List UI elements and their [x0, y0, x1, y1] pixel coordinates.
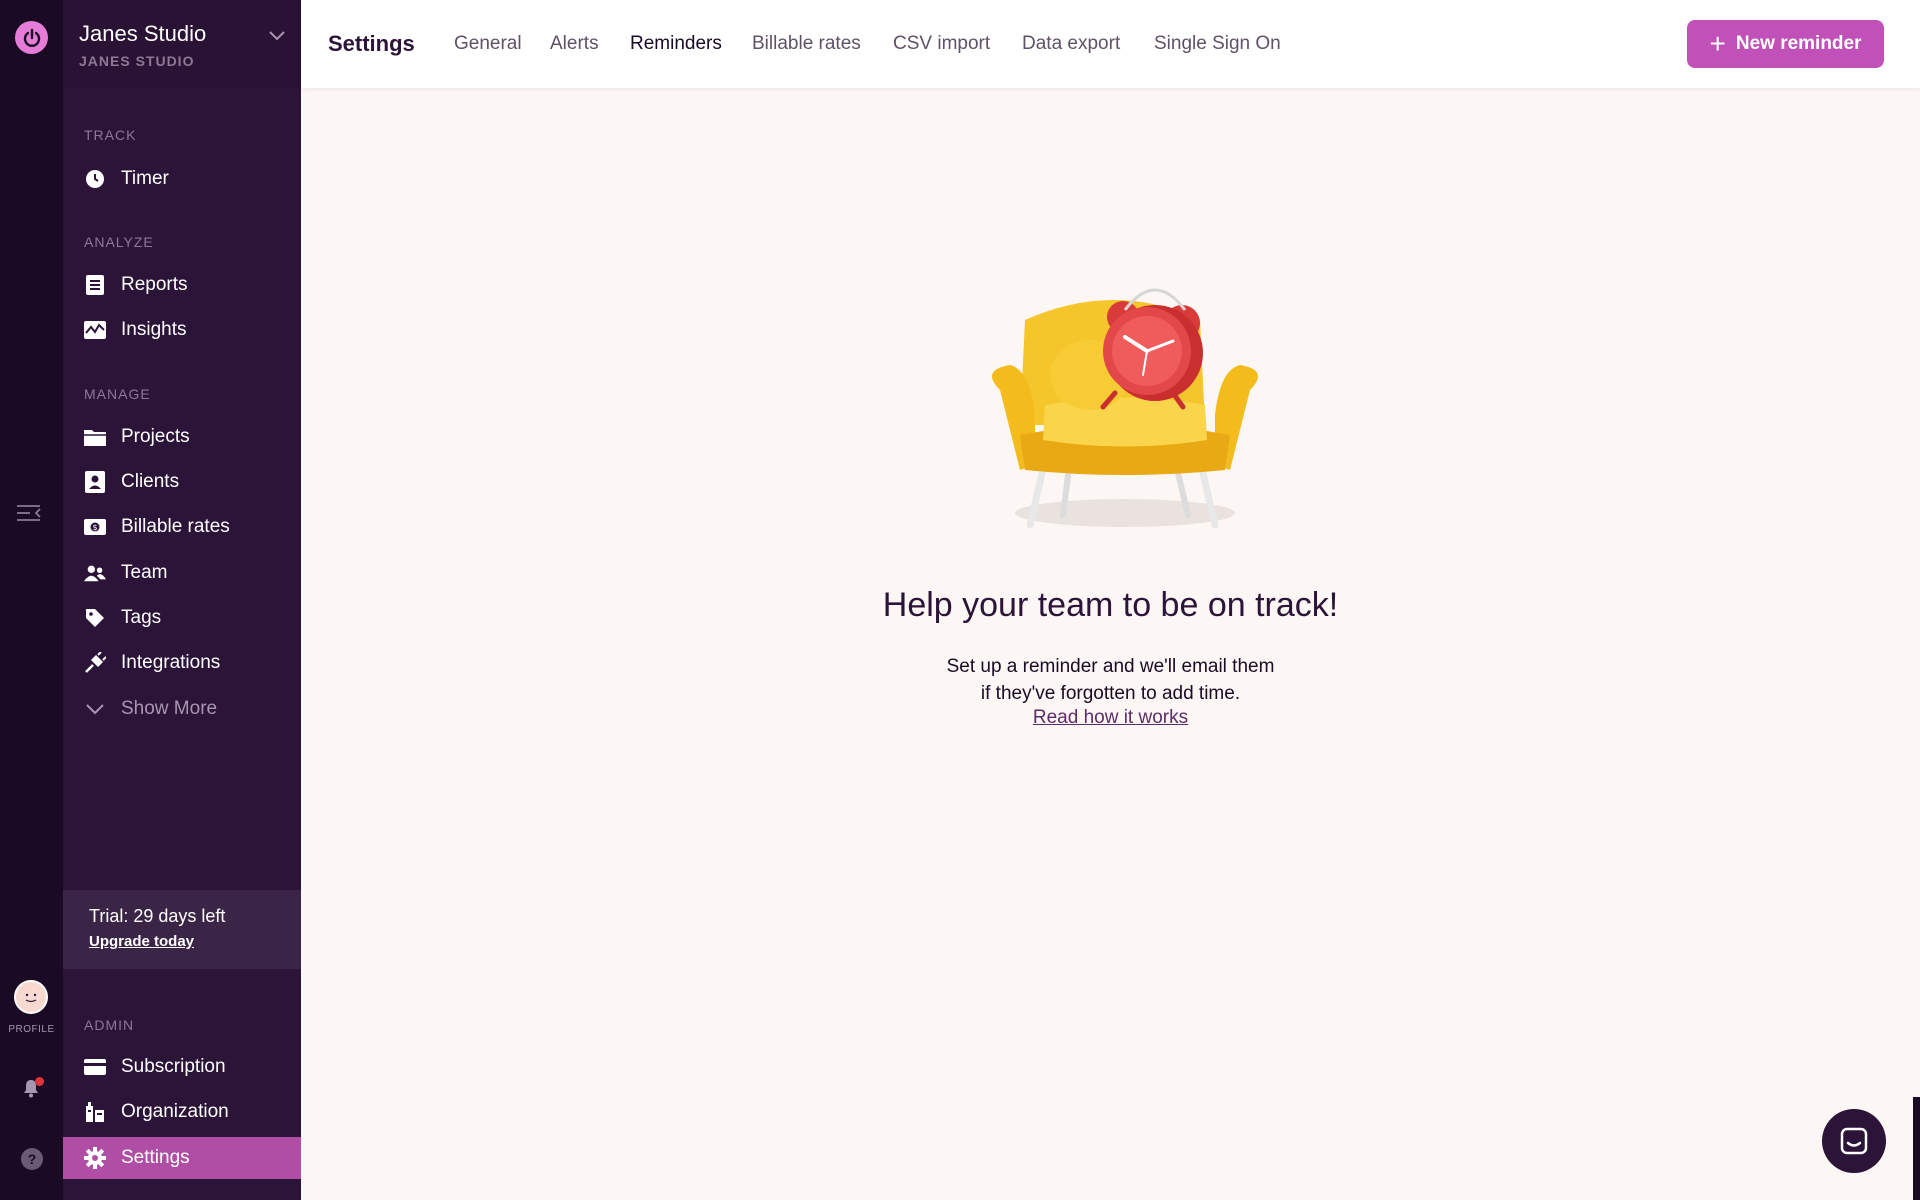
sidebar-item-label: Settings [121, 1147, 190, 1168]
svg-text:$: $ [92, 523, 97, 532]
tab-reminders[interactable]: Reminders [630, 33, 722, 55]
sidebar-item-clients[interactable]: Clients [63, 461, 301, 503]
new-reminder-button[interactable]: + New reminder [1687, 20, 1884, 68]
sidebar-item-reports[interactable]: Reports [63, 264, 301, 306]
workspace-subtitle: JANES STUDIO [79, 53, 195, 69]
sidebar-item-tags[interactable]: Tags [63, 597, 301, 639]
sidebar-item-insights[interactable]: Insights [63, 309, 301, 351]
tab-billable-rates[interactable]: Billable rates [752, 33, 861, 55]
chevron-down-icon [268, 26, 286, 44]
tab-data-export[interactable]: Data export [1022, 33, 1120, 55]
sidebar-item-team[interactable]: Team [63, 552, 301, 594]
sidebar: Janes Studio JANES STUDIO TRACK Timer AN… [63, 0, 301, 1200]
armchair-alarm-clock-illustration [975, 275, 1275, 535]
sidebar-item-organization[interactable]: Organization [63, 1091, 301, 1133]
sidebar-item-label: Billable rates [121, 516, 230, 537]
chat-icon [1840, 1127, 1868, 1155]
settings-header: Settings General Alerts Reminders Billab… [301, 0, 1920, 88]
clock-icon [84, 168, 106, 190]
tab-single-sign-on[interactable]: Single Sign On [1154, 33, 1281, 55]
app-rail: PROFILE ? [0, 0, 63, 1200]
sidebar-item-label: Insights [121, 319, 187, 340]
report-icon [84, 274, 106, 296]
tab-alerts[interactable]: Alerts [550, 33, 599, 55]
sidebar-item-label: Tags [121, 607, 162, 628]
sidebar-item-label: Organization [121, 1101, 229, 1122]
building-icon [84, 1101, 106, 1123]
profile-avatar[interactable] [14, 980, 48, 1014]
sidebar-item-projects[interactable]: Projects [63, 416, 301, 458]
sidebar-item-label: Projects [121, 426, 190, 447]
page-title: Settings [328, 31, 415, 56]
sidebar-item-timer[interactable]: Timer [63, 158, 301, 200]
empty-state-line-2: if they've forgotten to add time. [980, 683, 1241, 704]
plug-icon [84, 652, 106, 674]
sidebar-item-label: Reports [121, 274, 188, 295]
sidebar-item-integrations[interactable]: Integrations [63, 642, 301, 684]
insights-chart-icon [84, 319, 106, 341]
trial-banner: Trial: 29 days left Upgrade today [63, 890, 301, 969]
gear-icon [84, 1147, 106, 1169]
notification-dot [35, 1077, 44, 1086]
plus-icon: + [1709, 28, 1726, 59]
sidebar-item-label: Clients [121, 471, 180, 492]
sidebar-item-billable-rates[interactable]: $ Billable rates [63, 506, 301, 548]
tab-csv-import[interactable]: CSV import [893, 33, 990, 55]
read-how-it-works-link[interactable]: Read how it works [1033, 707, 1188, 728]
sidebar-item-label: Subscription [121, 1056, 226, 1077]
chevron-down-icon [84, 698, 106, 720]
sidebar-item-label: Timer [121, 168, 169, 189]
sidebar-item-label: Integrations [121, 652, 221, 673]
workspace-switcher[interactable]: Janes Studio JANES STUDIO [63, 0, 301, 88]
money-icon: $ [84, 516, 106, 538]
section-label-analyze: ANALYZE [84, 234, 154, 250]
empty-state-line-1: Set up a reminder and we'll email them [946, 656, 1275, 677]
sidebar-show-more[interactable]: Show More [63, 688, 301, 730]
sidebar-item-subscription[interactable]: Subscription [63, 1046, 301, 1088]
read-how-it-works-container: Read how it works [301, 707, 1920, 729]
trial-days-left: Trial: 29 days left [89, 906, 226, 926]
team-icon [84, 562, 106, 584]
credit-card-icon [84, 1056, 106, 1078]
help-icon[interactable]: ? [21, 1148, 43, 1170]
tag-icon [84, 607, 106, 629]
chat-support-button[interactable] [1822, 1109, 1886, 1173]
collapse-sidebar-icon[interactable] [16, 502, 42, 524]
tab-general[interactable]: General [454, 33, 522, 55]
section-label-admin: ADMIN [84, 1017, 135, 1033]
section-label-track: TRACK [84, 127, 137, 143]
contact-card-icon [84, 471, 106, 493]
sidebar-item-label: Team [121, 562, 168, 583]
new-reminder-label: New reminder [1735, 33, 1862, 54]
power-logo-icon[interactable] [15, 21, 48, 54]
upgrade-link[interactable]: Upgrade today [89, 933, 194, 950]
profile-label: PROFILE [8, 1024, 55, 1035]
section-label-manage: MANAGE [84, 386, 151, 402]
empty-state-headline: Help your team to be on track! [882, 586, 1339, 624]
sidebar-item-label: Show More [121, 698, 218, 719]
folder-icon [84, 426, 106, 448]
sidebar-item-settings[interactable]: Settings [63, 1137, 301, 1179]
workspace-name: Janes Studio [79, 21, 207, 46]
empty-state-description: Set up a reminder and we'll email them i… [301, 653, 1920, 707]
scrollbar-thumb[interactable] [1913, 1097, 1920, 1200]
